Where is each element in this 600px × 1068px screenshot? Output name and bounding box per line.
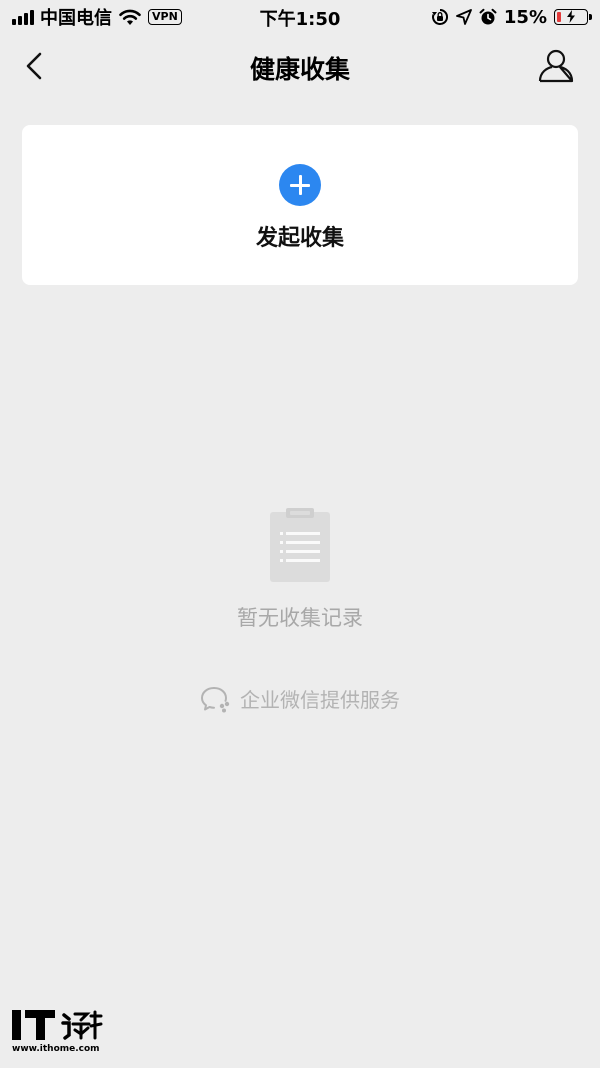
start-collection-label: 发起收集 [255,226,344,251]
alarm-clock-icon [479,8,497,26]
status-bar-right: 15% [431,4,592,30]
start-collection-card[interactable]: 发起收集 [22,125,578,285]
navigation-bar: 健康收集 [0,34,600,98]
page-title: 健康收集 [249,55,350,84]
plus-icon [279,164,321,206]
status-bar: 中国电信 VPN 下午1:50 15% [0,0,600,34]
profile-button[interactable] [536,46,576,86]
orientation-lock-icon [431,8,449,26]
clipboard-icon [270,508,330,582]
battery-nub [589,14,592,20]
provider-footer: 企业微信提供服务 [0,684,600,713]
battery-percentage: 15% [503,6,547,28]
wecom-logo-icon [201,686,230,712]
ithome-logo-mark [12,1010,55,1040]
ithome-logo [12,1010,103,1040]
battery-fill [557,12,561,22]
ithome-logo-glyph [61,1010,103,1040]
location-arrow-icon [456,9,472,25]
provider-text: 企业微信提供服务 [240,688,400,712]
ithome-watermark: www.ithome.com [12,1010,103,1054]
empty-state-text: 暂无收集记录 [237,606,363,630]
ithome-url: www.ithome.com [12,1044,100,1054]
charging-bolt-icon [567,10,575,23]
battery-icon [554,9,592,25]
user-icon [538,49,574,83]
